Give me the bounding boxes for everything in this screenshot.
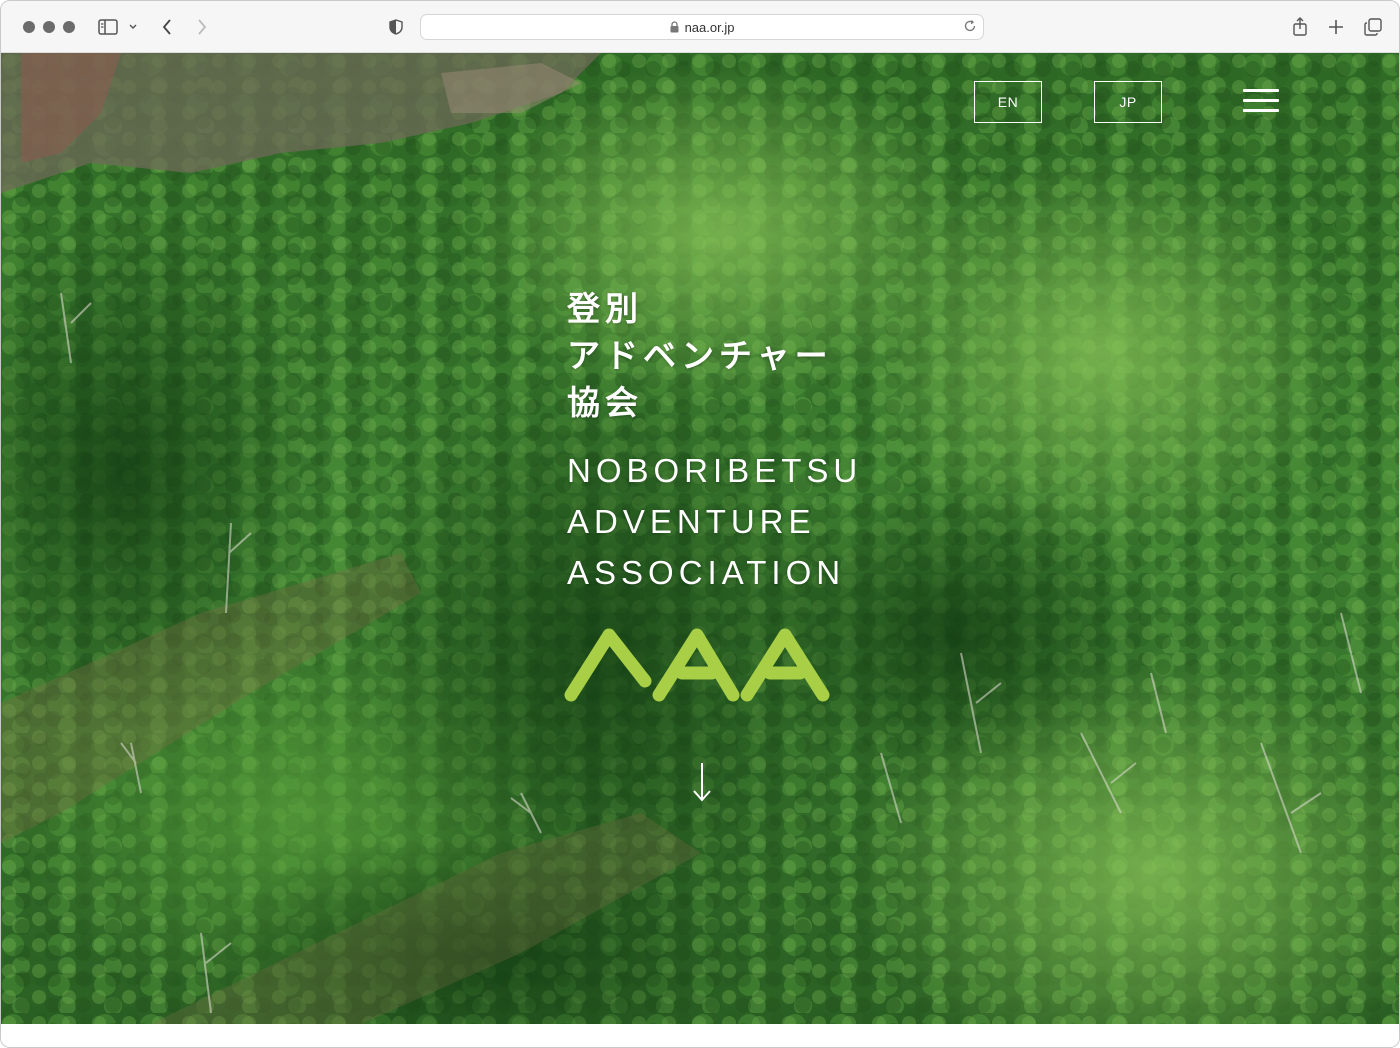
- browser-toolbar: naa.or.jp: [1, 1, 1399, 53]
- title-jp-line: 登別: [567, 289, 643, 328]
- address-bar[interactable]: naa.or.jp: [420, 14, 984, 40]
- hamburger-menu-icon[interactable]: [1243, 89, 1279, 115]
- naa-logo: [564, 628, 830, 702]
- browser-window: naa.or.jp EN JP 登別 アドベンチャー 協会 NOBORIBETS…: [0, 0, 1400, 1048]
- minimize-window-button[interactable]: [43, 21, 55, 33]
- shield-icon[interactable]: [388, 15, 404, 39]
- language-en-button[interactable]: EN: [974, 81, 1042, 123]
- tabs-overview-icon[interactable]: [1363, 15, 1383, 39]
- forward-icon[interactable]: [194, 15, 210, 39]
- title-jp-line: 協会: [567, 383, 643, 422]
- arrow-down-icon[interactable]: [689, 761, 715, 803]
- site-title-japanese: 登別 アドベンチャー 協会: [567, 285, 867, 426]
- share-icon[interactable]: [1291, 15, 1309, 39]
- title-jp-line: アドベンチャー: [567, 336, 833, 375]
- close-window-button[interactable]: [23, 21, 35, 33]
- back-icon[interactable]: [159, 15, 175, 39]
- new-tab-icon[interactable]: [1327, 15, 1345, 39]
- chevron-down-icon[interactable]: [127, 15, 139, 39]
- site-title-english: NOBORIBETSU ADVENTURE ASSOCIATION: [567, 445, 867, 598]
- lock-icon: [670, 21, 679, 33]
- hero-section: EN JP 登別 アドベンチャー 協会 NOBORIBETSU ADVENTUR…: [1, 53, 1399, 1024]
- page-bottom-edge: [1, 1024, 1399, 1047]
- title-en-line: NOBORIBETSU: [567, 452, 863, 489]
- sidebar-icon[interactable]: [97, 15, 119, 39]
- zoom-window-button[interactable]: [63, 21, 75, 33]
- title-en-line: ASSOCIATION: [567, 554, 846, 591]
- language-jp-button[interactable]: JP: [1094, 81, 1162, 123]
- reload-icon[interactable]: [963, 19, 977, 38]
- title-en-line: ADVENTURE: [567, 503, 816, 540]
- url-text: naa.or.jp: [684, 19, 735, 35]
